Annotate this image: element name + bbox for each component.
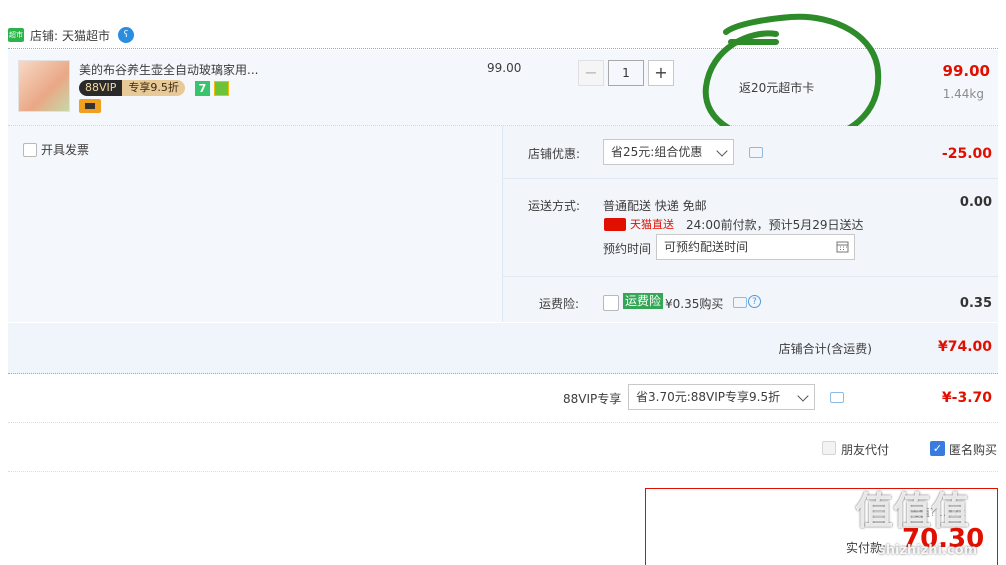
divider — [8, 422, 998, 423]
shop-total-value: ¥74.00 — [937, 339, 992, 355]
invoice-label: 开具发票 — [41, 143, 90, 157]
invoice-checkbox[interactable] — [23, 142, 37, 157]
insurance-checkbox[interactable] — [603, 295, 619, 311]
tmall-direct-badge: 天猫直送 — [604, 216, 674, 232]
shop-discount-select[interactable]: 省25元:组合优惠 — [603, 139, 734, 165]
divider — [8, 471, 998, 472]
88vip-amount: ¥-3.70 — [941, 390, 992, 406]
shipping-label: 运送方式: — [528, 199, 581, 213]
quantity-increase-button[interactable]: + — [648, 60, 674, 86]
anonymous-label: 匿名购买 — [949, 443, 998, 457]
shop-label: 店铺: — [30, 28, 59, 43]
shipping-amount: 0.00 — [959, 195, 992, 210]
quantity-stepper: − 1 + — [578, 60, 674, 86]
help-icon[interactable]: ? — [748, 295, 761, 308]
shipping-description: 普通配送 快递 免邮 — [603, 199, 707, 213]
shop-discount-amount: -25.00 — [941, 146, 992, 162]
product-thumbnail[interactable] — [18, 60, 70, 112]
appointment-label: 预约时间 — [603, 242, 652, 256]
shop-total-label: 店铺合计(含运费) — [778, 342, 872, 356]
card-payment-icon — [79, 99, 101, 113]
88vip-discount-select[interactable]: 省3.70元:88VIP专享9.5折 — [628, 384, 815, 410]
message-icon[interactable] — [733, 297, 747, 308]
insurance-tag: 运费险 — [623, 293, 664, 309]
item-weight: 1.44kg — [942, 87, 984, 101]
insurance-label: 运费险: — [539, 297, 580, 311]
divider — [503, 178, 998, 179]
chevron-down-icon — [716, 145, 728, 157]
seven-day-return-icon: 7 — [195, 81, 210, 96]
88vip-label: 88VIP专享 — [563, 392, 622, 406]
quantity-input[interactable]: 1 — [608, 60, 644, 86]
delivery-note: 24:00前付款，预计5月29日送达 — [686, 218, 864, 232]
quantity-decrease-button[interactable]: − — [578, 60, 604, 86]
anonymous-checkbox[interactable]: ✓ — [930, 441, 945, 456]
message-icon[interactable] — [830, 392, 844, 403]
shop-header: 超市 店铺: 天猫超市 ʕ — [8, 24, 135, 46]
88vip-badge-left: 88VIP — [79, 80, 123, 96]
shop-discount-label: 店铺优惠: — [528, 147, 581, 161]
shop-total-row: 店铺合计(含运费) ¥74.00 — [8, 323, 998, 374]
friend-pay-checkbox[interactable] — [822, 441, 836, 455]
product-title-link[interactable]: 美的布谷养生壶全自动玻璃家用... — [79, 61, 258, 78]
invoice-option[interactable]: 开具发票 — [23, 141, 89, 158]
tmall-cat-icon — [604, 217, 626, 231]
tmall-supermarket-logo: 超市 — [8, 28, 24, 42]
88vip-badge: 88VIP 专享9.5折 — [79, 80, 185, 96]
shop-discount-value: 省25元:组合优惠 — [611, 145, 703, 159]
insurance-amount: 0.35 — [959, 296, 992, 311]
divider — [503, 276, 998, 277]
item-subtotal: 99.00 — [942, 62, 990, 80]
appointment-time-input[interactable]: 可预约配送时间 — [656, 234, 855, 260]
service-tag-icon — [214, 81, 229, 96]
shop-name-link[interactable]: 天猫超市 — [62, 27, 110, 44]
wangwang-icon[interactable]: ʕ — [118, 27, 135, 43]
message-icon[interactable] — [749, 147, 763, 158]
appointment-placeholder: 可预约配送时间 — [664, 240, 749, 254]
calendar-icon — [836, 241, 849, 253]
88vip-badge-right: 专享9.5折 — [122, 80, 185, 96]
friend-pay-label: 朋友代付 — [841, 443, 890, 457]
insurance-price: ¥0.35购买 — [665, 297, 724, 311]
unit-price: 99.00 — [487, 61, 522, 75]
chevron-down-icon — [797, 390, 809, 402]
watermark-logo: 值值值 — [855, 489, 970, 533]
tmall-direct-text: 天猫直送 — [630, 218, 674, 231]
88vip-discount-value: 省3.70元:88VIP专享9.5折 — [636, 390, 781, 404]
watermark-url: shizhizhi.com — [878, 543, 978, 558]
